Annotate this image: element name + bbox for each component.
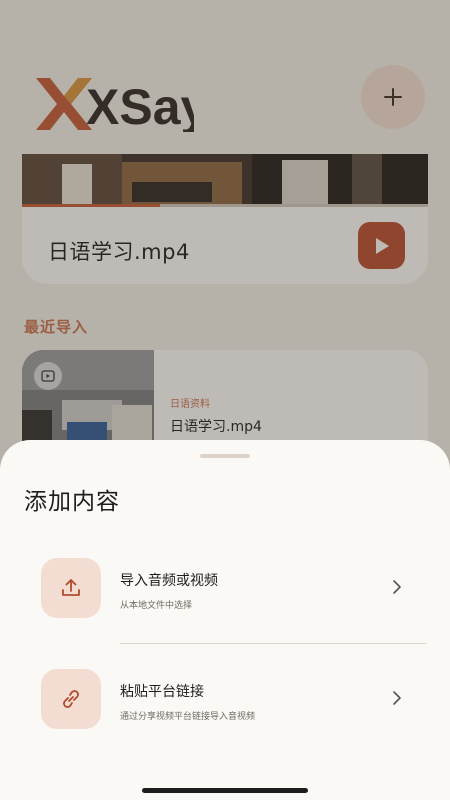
paste-link-option[interactable]: 粘贴平台链接 通过分享视频平台链接导入音视频 (0, 657, 450, 741)
import-media-subtitle: 从本地文件中选择 (120, 601, 193, 611)
option-divider (120, 643, 426, 644)
sheet-title: 添加内容 (24, 489, 120, 515)
import-media-option[interactable]: 导入音频或视频 从本地文件中选择 (0, 546, 450, 630)
sheet-grabber[interactable] (200, 454, 250, 458)
chevron-right-icon (393, 691, 401, 705)
link-icon (41, 669, 101, 729)
paste-link-subtitle: 通过分享视频平台链接导入音视频 (120, 712, 256, 722)
import-media-title: 导入音频或视频 (120, 573, 218, 589)
paste-link-title: 粘贴平台链接 (120, 684, 204, 700)
chevron-right-icon (393, 580, 401, 594)
home-indicator[interactable] (142, 788, 308, 793)
upload-icon (41, 558, 101, 618)
